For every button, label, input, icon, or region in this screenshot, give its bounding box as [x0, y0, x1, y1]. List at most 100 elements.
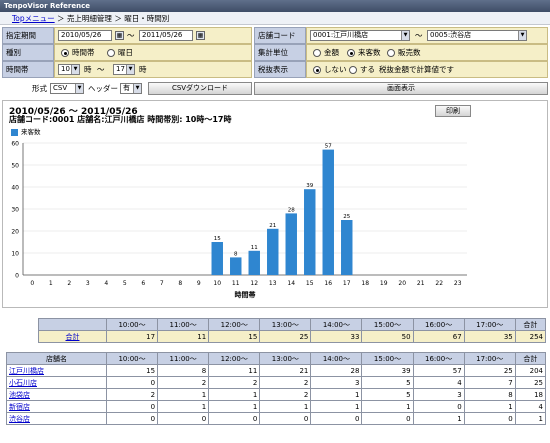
detail-header-cell: 16:00〜 [412, 352, 465, 365]
summary-row-label: 合計 [38, 330, 107, 343]
shop-label: 店舗コード [254, 27, 306, 44]
data-label: 21 [269, 223, 276, 229]
x-tick-label: 16 [324, 280, 332, 287]
shop-name-link[interactable]: 小石川店 [9, 379, 37, 387]
table-cell: 0 [105, 412, 159, 425]
period-field: 2010/05/26 ▦ 〜 2011/05/26 ▦ [54, 27, 252, 44]
table-cell: 2 [105, 388, 159, 401]
range-separator: 〜 [127, 31, 135, 40]
shop-to-select[interactable]: 0005:渋谷店 ▼ [427, 30, 527, 41]
x-tick-label: 23 [454, 280, 462, 287]
shop-name-cell: 小石川店 [6, 376, 107, 389]
detail-header-cell: 合計 [514, 352, 547, 365]
summary-cell: 67 [412, 330, 465, 343]
type-hour-label: 時間帯 [72, 48, 95, 57]
y-tick-label: 0 [15, 273, 19, 280]
detail-header-cell: 店舗名 [6, 352, 107, 365]
x-tick-label: 17 [343, 280, 351, 287]
breadcrumb-level2: 曜日・時間別 [124, 14, 170, 23]
summary-cell: 11 [157, 330, 210, 343]
type-hour-radio[interactable] [61, 49, 69, 57]
shop-range-separator: 〜 [415, 31, 423, 40]
summary-header-cell: 13:00〜 [259, 318, 312, 331]
table-cell: 2 [208, 376, 261, 389]
data-label: 25 [343, 214, 350, 220]
unit-sales-radio[interactable] [387, 49, 395, 57]
shop-name-link[interactable]: 池袋店 [9, 391, 30, 399]
shop-name-link[interactable]: 新宿店 [9, 403, 30, 411]
hour-to-select[interactable]: 17 ▼ [113, 64, 135, 75]
table-cell: 0 [157, 412, 210, 425]
x-tick-label: 11 [232, 280, 240, 287]
table-cell: 1 [208, 388, 261, 401]
breadcrumb-top-link[interactable]: Topメニュー [12, 14, 55, 23]
type-weekday-radio[interactable] [107, 49, 115, 57]
y-tick-label: 20 [11, 229, 19, 236]
calendar-icon[interactable]: ▦ [196, 31, 205, 40]
unit-visitors-label: 来客数 [358, 48, 381, 57]
shop-name-link[interactable]: 渋谷店 [9, 415, 30, 423]
format-select[interactable]: CSV ▼ [50, 83, 84, 94]
summary-header-cell: 合計 [514, 318, 547, 331]
tax-yes-radio[interactable] [349, 66, 357, 74]
table-cell: 11 [208, 364, 261, 377]
header-value: 有 [123, 84, 130, 92]
table-cell: 1 [157, 400, 210, 413]
shop-name-link[interactable]: 江戸川橋店 [9, 367, 44, 375]
unit-amount-radio[interactable] [313, 49, 321, 57]
summary-cell: 35 [463, 330, 516, 343]
header-select[interactable]: 有 ▼ [120, 83, 142, 94]
summary-header-cell: 17:00〜 [463, 318, 516, 331]
display-button[interactable]: 画面表示 [254, 82, 548, 95]
table-cell: 18 [514, 388, 547, 401]
x-tick-label: 10 [213, 280, 221, 287]
summary-total-link[interactable]: 合計 [66, 333, 80, 341]
y-tick-label: 60 [11, 141, 19, 148]
shop-name-cell: 池袋店 [6, 388, 107, 401]
hour-unit-1: 時 [84, 65, 92, 74]
date-to-input[interactable]: 2011/05/26 [139, 30, 193, 41]
table-row: 新宿店 0 1 1 1 1 1 0 1 4 [6, 400, 547, 413]
table-row: 池袋店 2 1 1 2 1 5 3 8 18 [6, 388, 547, 401]
table-cell: 1 [514, 412, 547, 425]
type-weekday-label: 曜日 [118, 48, 133, 57]
breadcrumb: Topメニュー ＞ 売上明細管理 ＞ 曜日・時間別 [0, 12, 550, 25]
date-from-input[interactable]: 2010/05/26 [58, 30, 112, 41]
chevron-down-icon: ▼ [401, 31, 409, 40]
x-tick-label: 13 [269, 280, 277, 287]
type-label: 種別 [2, 44, 54, 61]
chevron-down-icon: ▼ [518, 31, 526, 40]
table-cell: 8 [157, 364, 210, 377]
breadcrumb-sep: ＞ [54, 14, 67, 23]
unit-visitors-radio[interactable] [347, 49, 355, 57]
table-cell: 1 [259, 400, 312, 413]
type-field: 時間帯 曜日 [54, 44, 252, 61]
bar-chart: 01020304050600 1 2 3 4 5 6 7 8 9 10151181211132114… [11, 141, 467, 299]
x-tick-label: 22 [435, 280, 443, 287]
x-tick-label: 1 [49, 280, 53, 287]
calendar-icon[interactable]: ▦ [115, 31, 124, 40]
summary-cell: 15 [208, 330, 261, 343]
shop-from-select[interactable]: 0001:江戸川橋店 ▼ [310, 30, 410, 41]
print-button[interactable]: 印刷 [435, 105, 471, 117]
shop-name-cell: 江戸川橋店 [6, 364, 107, 377]
csv-download-button[interactable]: CSVダウンロード [148, 82, 252, 95]
summary-header-cell: 10:00〜 [105, 318, 159, 331]
hour-from-value: 10 [61, 65, 70, 73]
chevron-down-icon: ▼ [71, 65, 79, 74]
table-cell: 3 [310, 376, 363, 389]
table-cell: 3 [412, 388, 465, 401]
x-tick-label: 15 [306, 280, 314, 287]
y-tick-label: 50 [11, 163, 19, 170]
hour-to-value: 17 [116, 65, 125, 73]
chevron-down-icon: ▼ [133, 84, 141, 93]
bar [230, 257, 242, 275]
table-cell: 57 [412, 364, 465, 377]
hour-from-select[interactable]: 10 ▼ [58, 64, 80, 75]
tax-no-radio[interactable] [313, 66, 321, 74]
summary-table: 10:00〜 11:00〜 12:00〜 13:00〜 14:00〜 15:00〜 16:0… [38, 318, 547, 343]
summary-header-cell [38, 318, 107, 331]
table-cell: 0 [105, 376, 159, 389]
table-cell: 2 [259, 388, 312, 401]
shop-to-value: 0005:渋谷店 [430, 31, 472, 39]
